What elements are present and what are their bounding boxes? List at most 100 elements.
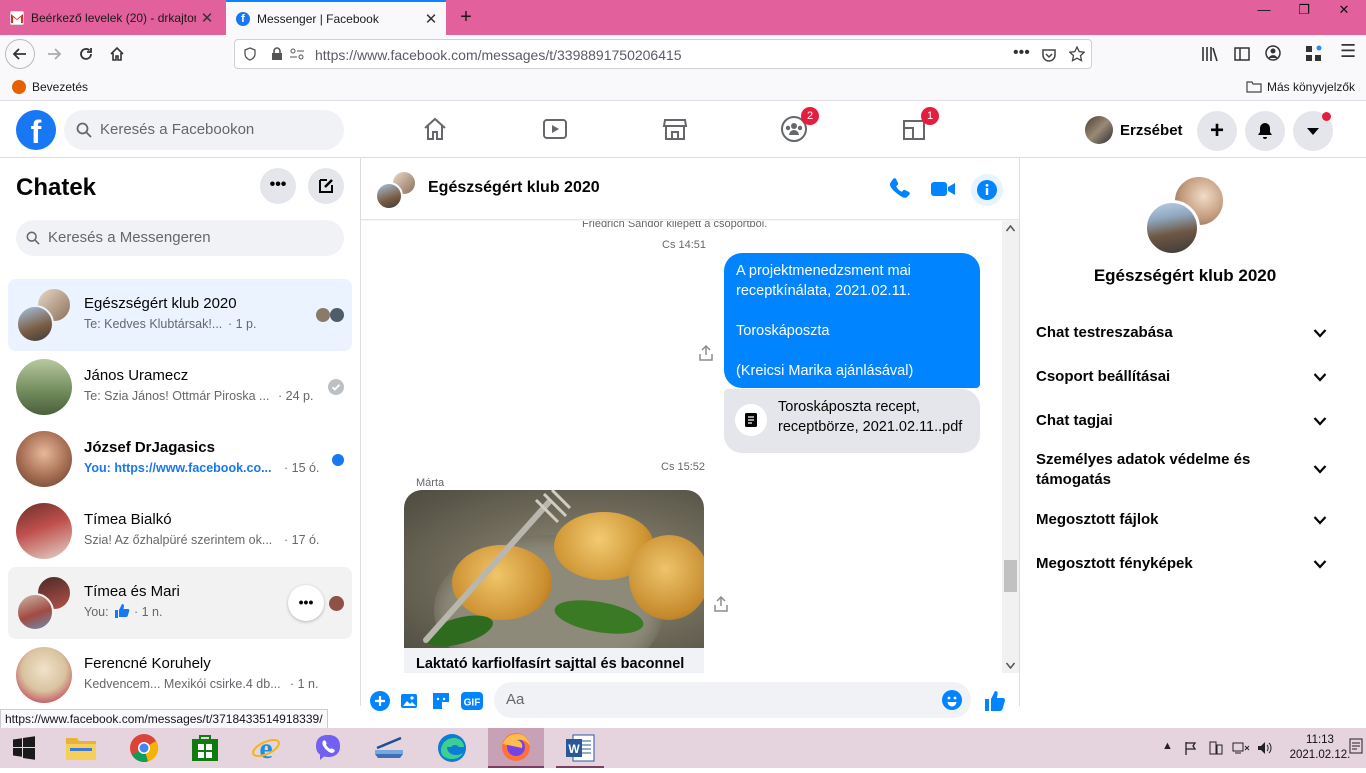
reload-button[interactable] [71,39,101,69]
conversation-item[interactable]: Tímea és Mari You: · 1 n. ••• [8,567,352,639]
create-button[interactable]: + [1197,111,1237,151]
taskbar-firefox[interactable] [488,728,544,768]
close-tab-icon[interactable]: ✕ [420,10,442,28]
nav-watch[interactable] [530,109,580,149]
taskbar-store[interactable] [181,728,229,768]
taskbar-viber[interactable] [304,728,352,768]
scroll-up-icon[interactable] [1006,225,1015,232]
profile-avatar[interactable] [1085,116,1113,144]
close-window-button[interactable]: ✕ [1324,0,1364,22]
messenger-search-input[interactable]: Keresés a Messengeren [16,220,344,256]
group-avatar-large [1144,174,1226,256]
network-icon[interactable] [1232,740,1250,756]
minimize-button[interactable]: — [1244,0,1284,22]
conversation-info-button[interactable] [971,174,1003,206]
scrollbar[interactable] [1002,221,1019,673]
share-icon[interactable] [699,345,713,361]
facebook-header: f Keresés a Facebookon 2 1 Erzsébet + [0,101,1366,158]
new-tab-button[interactable]: + [452,4,480,30]
info-item-group-settings[interactable]: Csoport beállításai [1036,367,1336,387]
info-item-chat-members[interactable]: Chat tagjai [1036,411,1336,431]
show-hidden-icons[interactable]: ▲ [1162,740,1173,752]
tab-messenger[interactable]: f Messenger | Facebook ✕ [226,0,446,35]
emoji-icon[interactable] [942,690,962,710]
facebook-logo[interactable]: f [16,110,56,150]
message-line: Toroskáposzta [736,323,830,339]
plus-circle-icon[interactable] [370,691,390,711]
url-bar[interactable]: https://www.facebook.com/messages/t/3398… [234,39,1092,69]
share-icon[interactable] [714,596,728,612]
scroll-down-icon[interactable] [1006,662,1015,669]
conversation-snippet: Te: Kedves Klubtársak!... [84,317,223,331]
info-item-label: Csoport beállításai [1036,368,1171,385]
notifications-icon[interactable] [1349,738,1363,756]
message-bubble[interactable]: A projektmenedzsment mai receptkínálata,… [724,253,980,388]
bookmark-bevezetes[interactable]: Bevezetés [32,80,88,94]
new-message-button[interactable] [308,168,344,204]
system-clock[interactable]: 11:13 2021.02.12. [1285,733,1355,763]
volume-icon[interactable] [1257,740,1273,756]
facebook-search-input[interactable]: Keresés a Facebookon [64,110,344,150]
home-button[interactable] [102,39,132,69]
menu-icon[interactable]: ☰ [1340,41,1356,62]
group-avatar[interactable] [375,170,417,212]
conversation-item[interactable]: János Uramecz Te: Szia János! Ottmár Pir… [8,351,352,423]
taskbar-scanner[interactable] [365,728,413,768]
conversation-options-button[interactable]: ••• [288,585,324,621]
taskbar-word[interactable]: W [556,728,604,768]
info-item-shared-photos[interactable]: Megosztott fényképek [1036,554,1336,574]
ie-icon: e [252,732,280,765]
store-icon [192,735,218,761]
nav-marketplace[interactable] [650,109,700,149]
info-item-customize-chat[interactable]: Chat testreszabása [1036,323,1336,343]
chat-title[interactable]: Egészségért klub 2020 [428,179,600,197]
conversation-item[interactable]: Tímea Bialkó Szia! Az őzhalpüré szerinte… [8,495,352,567]
conversation-time: · 1 n. [134,605,163,619]
file-attachment[interactable]: Toroskáposzta recept, receptbörze, 2021.… [724,389,980,453]
start-button[interactable] [0,728,48,768]
pocket-icon[interactable] [1041,47,1057,63]
device-icon[interactable] [1208,740,1224,756]
taskbar-chrome[interactable] [120,728,168,768]
info-item-shared-files[interactable]: Megosztott fájlok [1036,510,1336,530]
close-tab-icon[interactable]: ✕ [196,9,218,27]
extensions-icon[interactable] [1305,45,1323,63]
bookmark-star-icon[interactable] [1069,46,1085,62]
conversation-item[interactable]: Ferencné Koruhely Kedvencem... Mexikói c… [8,639,352,706]
taskbar-file-explorer[interactable] [57,728,105,768]
sidebar-icon[interactable] [1234,46,1250,62]
flag-icon[interactable] [1184,741,1198,755]
conversation-item[interactable]: Egészségért klub 2020 Te: Kedves Klubtár… [8,279,352,351]
other-bookmarks[interactable]: Más könyvjelzők [1267,80,1355,94]
phone-icon[interactable] [885,174,915,204]
info-item-label: Chat testreszabása [1036,324,1173,341]
conversation-time: · 1 n. [290,677,319,691]
chat-options-button[interactable]: ••• [260,168,296,204]
scroll-thumb[interactable] [1004,560,1017,592]
tab-gmail[interactable]: Beérkező levelek (20) - drkajtor ✕ [0,0,222,35]
message-list[interactable]: Friedrich Sándor kilépett a csoportból. … [361,221,1019,673]
contact-avatar [16,359,72,415]
conversation-snippet: You: https://www.facebook.co... [84,461,272,475]
conversation-snippet: Szia! Az őzhalpüré szerintem ok... [84,533,273,547]
notifications-button[interactable] [1245,111,1285,151]
link-preview[interactable]: Laktató karfiolfasírt sajttal és baconne… [404,490,704,673]
taskbar-internet-explorer[interactable]: e [242,728,290,768]
info-item-privacy-support[interactable]: Személyes adatok védelme és támogatás [1036,450,1276,490]
profile-name[interactable]: Erzsébet [1120,122,1183,139]
conversation-item[interactable]: József DrJagasics You: https://www.faceb… [8,423,352,495]
sticker-icon[interactable] [431,691,451,711]
maximize-button[interactable]: ❐ [1284,0,1324,22]
message-input[interactable]: Aa [494,682,971,718]
page-actions-icon[interactable]: ••• [1013,44,1030,62]
thumbs-up-icon[interactable] [983,689,1007,713]
nav-home[interactable] [410,109,460,149]
library-icon[interactable] [1201,46,1219,62]
video-call-icon[interactable] [928,174,958,204]
photo-icon[interactable] [400,691,420,711]
account-icon[interactable] [1265,45,1281,61]
taskbar-edge[interactable] [428,728,476,768]
gif-icon[interactable]: GIF [461,691,483,711]
forward-button[interactable] [39,39,69,69]
back-button[interactable] [5,39,35,69]
